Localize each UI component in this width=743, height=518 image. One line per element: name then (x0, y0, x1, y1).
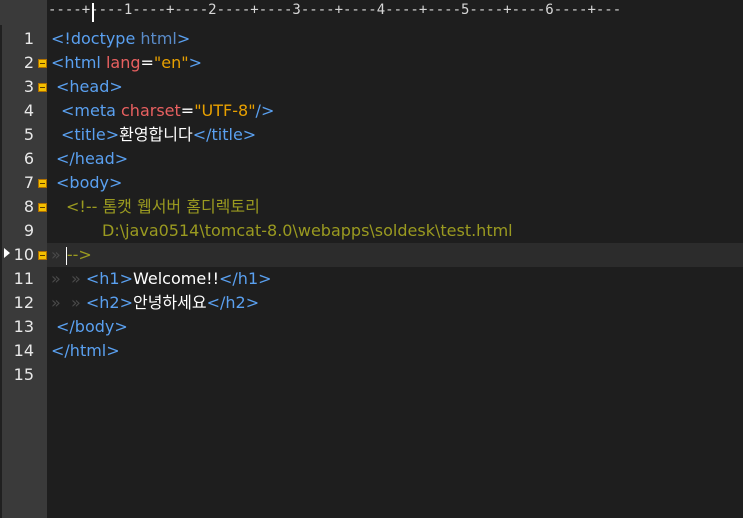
line-number[interactable]: 13 (0, 315, 34, 339)
current-line-highlight (47, 243, 743, 267)
line-number[interactable]: 9 (0, 219, 34, 243)
line-number[interactable]: 8 (0, 195, 34, 219)
code-line-10[interactable]: » --> (51, 243, 92, 267)
column-ruler: ----+----1----+----2----+----3----+----4… (0, 0, 743, 25)
doctype-close: > (176, 29, 191, 48)
code-line-7: <body> (56, 171, 122, 195)
code-line-6: </head> (56, 147, 128, 171)
code-line-11: » » <h1>Welcome!!</h1> (51, 267, 272, 291)
h2-close-tag: </h2> (206, 293, 260, 312)
equals-sign: = (180, 101, 195, 120)
line-number[interactable]: 7 (0, 171, 34, 195)
equals-sign: = (140, 53, 154, 72)
ruler-gutter-spacer (0, 0, 47, 25)
meta-tag-open: <meta (61, 101, 116, 120)
tab-whitespace-marker: » » (51, 293, 86, 312)
line-number[interactable]: 11 (0, 267, 34, 291)
h1-text: Welcome!! (132, 269, 219, 288)
lang-attribute: lang (100, 53, 141, 72)
code-line-5: <title>환영합니다</title> (61, 123, 256, 147)
code-line-8: <!-- 톰캣 웹서버 홈디렉토리 (66, 195, 260, 219)
comment-start: <!-- 톰캣 웹서버 홈디렉토리 (66, 197, 260, 216)
charset-attribute: charset (115, 101, 181, 120)
code-line-1: <!doctype html> (51, 27, 190, 51)
title-close-tag: </title> (192, 125, 257, 144)
line-number[interactable]: 6 (0, 147, 34, 171)
line-number[interactable]: 4 (0, 99, 34, 123)
code-line-13: </body> (56, 315, 128, 339)
code-line-9: D:\java0514\tomcat-8.0\webapps\soldesk\t… (102, 219, 513, 243)
tab-whitespace-marker: » » (51, 269, 86, 288)
html-close-tag: </html> (51, 341, 120, 360)
fold-marker-icon[interactable] (38, 203, 47, 212)
fold-marker-icon[interactable] (38, 59, 47, 68)
h1-close-tag: </h1> (219, 269, 272, 288)
code-editor[interactable]: <!doctype html> <html lang="en"> <head> … (47, 25, 743, 518)
fold-marker-icon[interactable] (38, 251, 47, 260)
doctype-open: <!doctype (51, 29, 136, 48)
title-text: 환영합니다 (119, 125, 193, 144)
h2-open-tag: <h2> (85, 293, 133, 312)
ruler-cursor-marker (92, 3, 102, 22)
fold-marker-icon[interactable] (38, 83, 47, 92)
code-line-3: <head> (56, 75, 123, 99)
ruler-ticks: ----+----1----+----2----+----3----+----4… (48, 2, 622, 18)
title-open-tag: <title> (61, 125, 120, 144)
tab-whitespace-marker: » (51, 245, 66, 264)
html-tag-open: <html (51, 53, 101, 72)
line-number[interactable]: 14 (0, 339, 34, 363)
line-number[interactable]: 2 (0, 51, 34, 75)
head-open-tag: <head> (56, 77, 123, 96)
fold-marker-icon[interactable] (38, 179, 47, 188)
line-number-gutter[interactable]: 1 2 3 4 5 6 7 8 9 10 11 12 13 14 15 (0, 25, 47, 518)
line-number[interactable]: 12 (0, 291, 34, 315)
html-tag-close: > (188, 53, 203, 72)
current-line-arrow-icon (4, 248, 10, 258)
meta-tag-close: /> (255, 101, 275, 120)
line-number[interactable]: 1 (0, 27, 34, 51)
line-number[interactable]: 15 (0, 363, 34, 387)
head-close-tag: </head> (56, 149, 129, 168)
line-number[interactable]: 5 (0, 123, 34, 147)
code-line-14: </html> (51, 339, 120, 363)
code-line-2: <html lang="en"> (51, 51, 202, 75)
line-number[interactable]: 3 (0, 75, 34, 99)
body-close-tag: </body> (56, 317, 128, 336)
doctype-keyword: html (135, 29, 177, 48)
lang-value: "en" (153, 53, 189, 72)
h1-open-tag: <h1> (85, 269, 133, 288)
charset-value: "UTF-8" (194, 101, 256, 120)
body-open-tag: <body> (56, 173, 123, 192)
code-line-12: » » <h2>안녕하세요</h2> (51, 291, 259, 315)
h2-text: 안녕하세요 (132, 293, 207, 312)
code-line-4: <meta charset="UTF-8"/> (61, 99, 274, 123)
comment-end: --> (66, 245, 92, 264)
comment-path: D:\java0514\tomcat-8.0\webapps\soldesk\t… (102, 221, 513, 240)
